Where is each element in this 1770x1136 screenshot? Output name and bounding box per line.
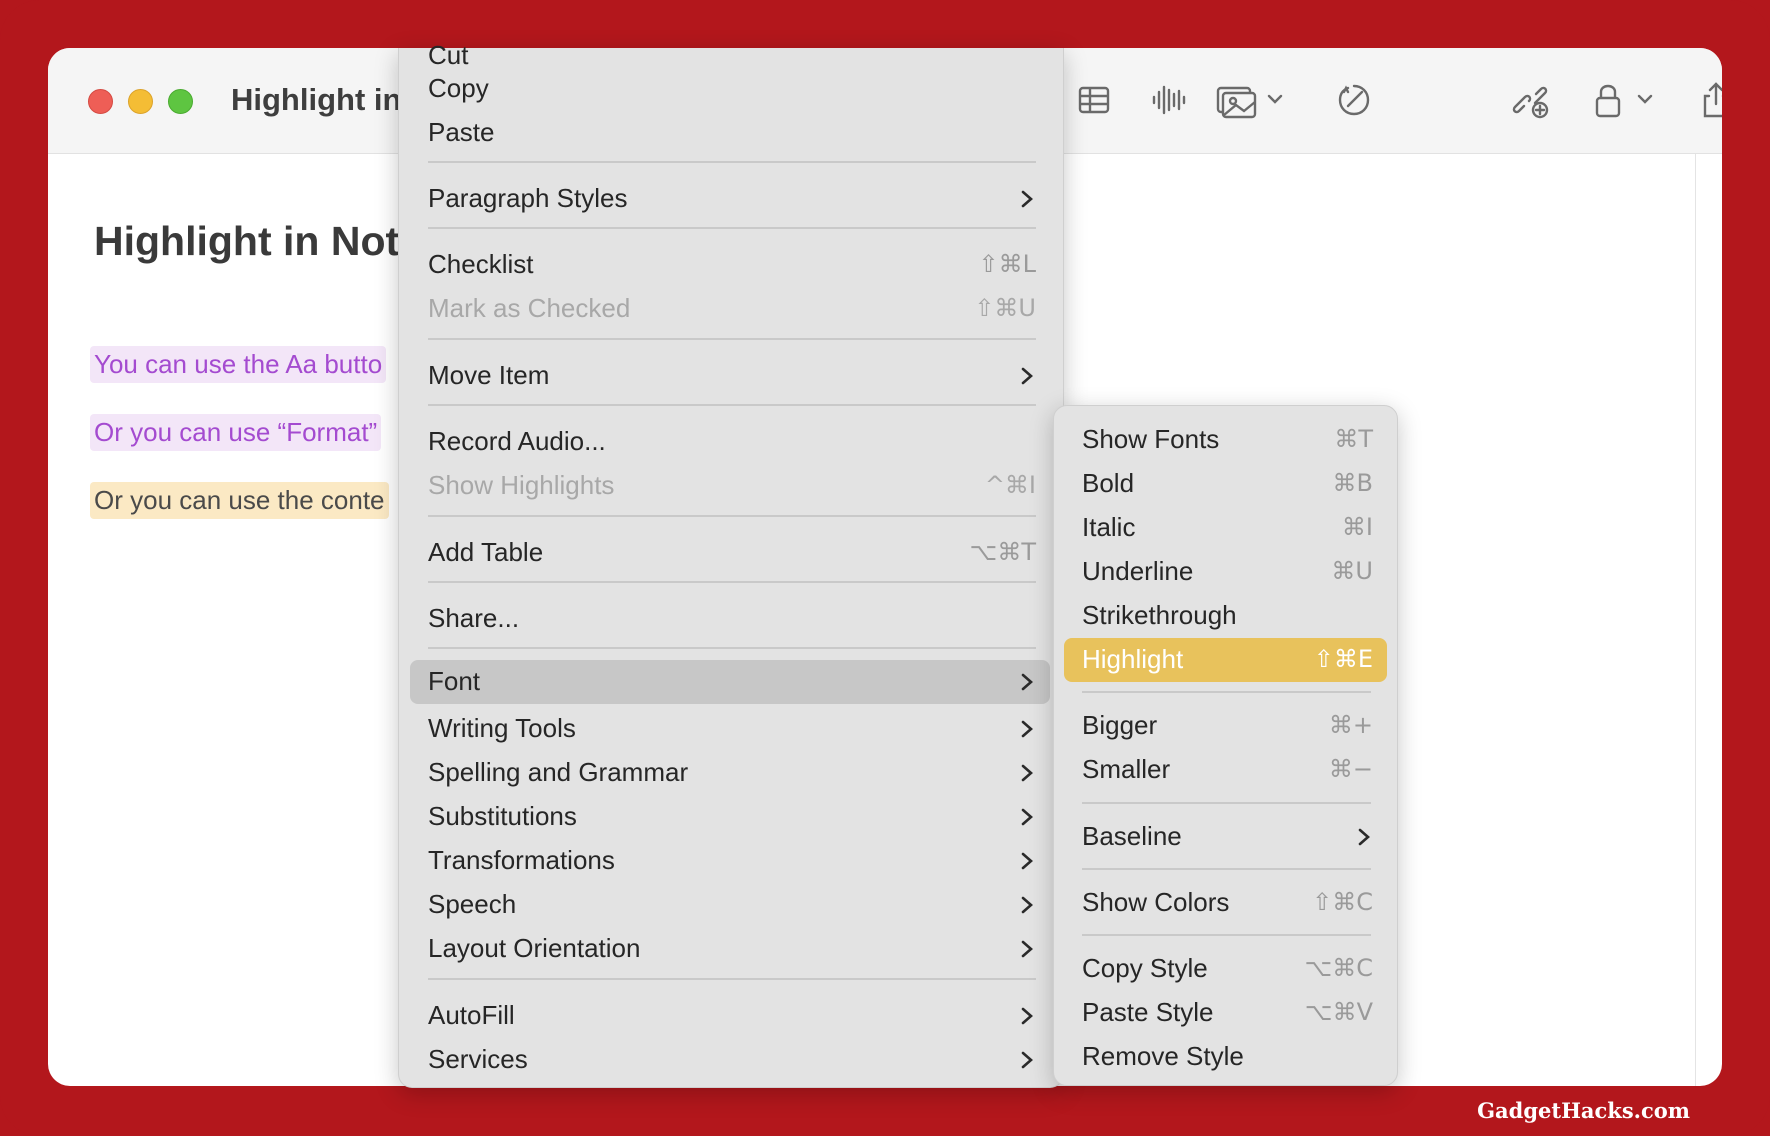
menu-separator [1082, 802, 1371, 804]
note-line-purple-highlight[interactable]: You can use the Aa butto [90, 346, 387, 383]
menu-item-autofill[interactable]: AutoFill [410, 994, 1050, 1036]
menu-item-mark-as-checked: Mark as Checked ⇧⌘U [428, 293, 1036, 323]
menu-item-speech[interactable]: Speech [410, 883, 1050, 925]
menu-separator [428, 227, 1036, 229]
chevron-right-icon [1020, 719, 1034, 739]
menu-item-paragraph-styles[interactable]: Paragraph Styles [410, 177, 1050, 219]
chevron-right-icon [1020, 366, 1034, 386]
menu-item-show-colors[interactable]: Show Colors ⇧⌘C [1064, 881, 1387, 923]
menu-item-show-highlights: Show Highlights ^⌘I [428, 470, 1036, 500]
menu-item-baseline[interactable]: Baseline [1064, 815, 1387, 857]
menu-item-show-fonts[interactable]: Show Fonts ⌘T [1064, 418, 1387, 460]
scrollbar-track[interactable] [1695, 154, 1696, 1086]
menu-item-spelling-and-grammar[interactable]: Spelling and Grammar [410, 751, 1050, 793]
note-heading[interactable]: Highlight in Note [94, 218, 422, 265]
minimize-window-button[interactable] [128, 89, 153, 114]
audio-waveform-icon[interactable] [1148, 80, 1188, 120]
menu-item-layout-orientation[interactable]: Layout Orientation [410, 927, 1050, 969]
menu-item-remove-style[interactable]: Remove Style [1064, 1035, 1387, 1077]
writing-tools-icon[interactable] [1334, 80, 1374, 120]
menu-item-paste-style[interactable]: Paste Style ⌥⌘V [1064, 991, 1387, 1033]
menu-separator [1082, 868, 1371, 870]
menu-separator [1082, 691, 1371, 693]
menu-item-paste[interactable]: Paste [410, 111, 1050, 153]
media-icon[interactable] [1214, 80, 1260, 120]
menu-separator [428, 338, 1036, 340]
menu-item-font[interactable]: Font [410, 660, 1050, 704]
chevron-right-icon [1020, 895, 1034, 915]
menu-item-underline[interactable]: Underline ⌘U [1064, 550, 1387, 592]
menu-item-writing-tools[interactable]: Writing Tools [410, 707, 1050, 749]
watermark-text: GadgetHacks.com [1477, 1098, 1690, 1123]
menu-item-smaller[interactable]: Smaller ⌘− [1064, 748, 1387, 790]
menu-item-strikethrough[interactable]: Strikethrough [1064, 594, 1387, 636]
chevron-down-icon[interactable] [1266, 92, 1284, 106]
menu-item-substitutions[interactable]: Substitutions [410, 795, 1050, 837]
chevron-right-icon [1020, 189, 1034, 209]
chevron-right-icon [1020, 807, 1034, 827]
menu-item-highlight[interactable]: Highlight ⇧⌘E [1064, 638, 1387, 682]
chevron-right-icon [1020, 939, 1034, 959]
menu-item-copy-style[interactable]: Copy Style ⌥⌘C [1064, 947, 1387, 989]
menu-item-move-item[interactable]: Move Item [410, 354, 1050, 396]
chevron-right-icon [1357, 827, 1371, 847]
menu-separator [428, 161, 1036, 163]
share-icon[interactable] [1696, 80, 1722, 120]
chevron-right-icon [1020, 672, 1034, 692]
close-window-button[interactable] [88, 89, 113, 114]
chevron-right-icon [1020, 1006, 1034, 1026]
menu-item-add-table[interactable]: Add Table ⌥⌘T [410, 531, 1050, 573]
menu-item-transformations[interactable]: Transformations [410, 839, 1050, 881]
menu-item-bold[interactable]: Bold ⌘B [1064, 462, 1387, 504]
window-title: Highlight in [231, 82, 402, 117]
chevron-right-icon [1020, 851, 1034, 871]
menu-separator [428, 404, 1036, 406]
menu-item-services[interactable]: Services [410, 1038, 1050, 1080]
note-line-purple-highlight[interactable]: Or you can use “Format” [90, 414, 382, 451]
context-menu: Cut Copy Paste Paragraph Styles Checklis… [398, 40, 1064, 1088]
chevron-right-icon [1020, 1050, 1034, 1070]
menu-item-record-audio[interactable]: Record Audio... [410, 420, 1050, 462]
menu-item-italic[interactable]: Italic ⌘I [1064, 506, 1387, 548]
menu-item-copy[interactable]: Copy [410, 67, 1050, 109]
table-icon[interactable] [1074, 80, 1114, 120]
menu-separator [428, 647, 1036, 649]
zoom-window-button[interactable] [168, 89, 193, 114]
collaborate-icon[interactable] [1510, 80, 1550, 120]
menu-item-bigger[interactable]: Bigger ⌘+ [1064, 704, 1387, 746]
menu-separator [1082, 934, 1371, 936]
note-line-yellow-highlight[interactable]: Or you can use the conte [90, 482, 389, 519]
chevron-right-icon [1020, 763, 1034, 783]
lock-icon[interactable] [1590, 80, 1626, 120]
menu-separator [428, 581, 1036, 583]
font-submenu: Show Fonts ⌘T Bold ⌘B Italic ⌘I Underline ⌘U… [1053, 405, 1398, 1086]
menu-separator [428, 515, 1036, 517]
menu-separator [428, 978, 1036, 980]
chevron-down-icon[interactable] [1636, 92, 1654, 106]
menu-item-checklist[interactable]: Checklist ⇧⌘L [410, 243, 1050, 285]
menu-item-share[interactable]: Share... [410, 597, 1050, 639]
